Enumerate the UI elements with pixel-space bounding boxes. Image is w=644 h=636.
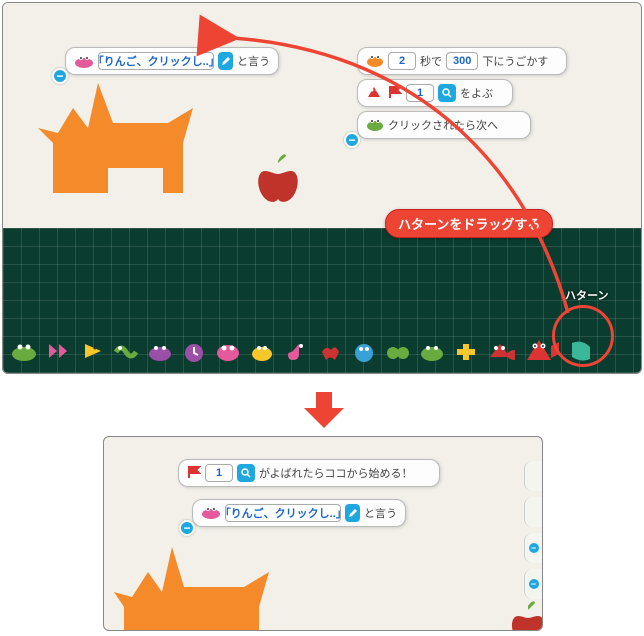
- scroll-stub[interactable]: [524, 461, 542, 491]
- apple-sprite[interactable]: [253, 151, 303, 206]
- distance-field[interactable]: 300: [446, 52, 478, 70]
- tool-10[interactable]: [315, 336, 345, 366]
- tool-4[interactable]: [111, 336, 141, 366]
- say-suffix: と言う: [364, 505, 397, 521]
- editor-top-panel: − 「りんご、クリックし..」 と言う 2 秒で 300 下にうごかす 1 をよ…: [2, 2, 642, 374]
- tool-2[interactable]: [43, 336, 73, 366]
- call-count-field[interactable]: 1: [406, 84, 434, 102]
- creature-toolbar: [3, 328, 641, 374]
- flag-red-icon: [187, 465, 201, 482]
- creature-orange-icon: [366, 53, 384, 70]
- tool-9[interactable]: [281, 336, 311, 366]
- tool-3[interactable]: [77, 336, 107, 366]
- remove-icon[interactable]: −: [344, 132, 360, 148]
- direction-label: 下にうごかす: [482, 53, 548, 69]
- call-suffix: をよぶ: [460, 85, 493, 101]
- tool-7[interactable]: [213, 336, 243, 366]
- scroll-stub[interactable]: [524, 497, 542, 527]
- click-text: クリックされたら次へ: [388, 117, 498, 133]
- creature-green-icon: [366, 117, 384, 134]
- start-suffix: がよばれたらココから始める！: [259, 465, 412, 481]
- block-call[interactable]: 1 をよぶ: [357, 79, 513, 107]
- scroll-stub[interactable]: −: [524, 533, 542, 563]
- highlight-ring: [552, 305, 614, 367]
- tool-11[interactable]: [349, 336, 379, 366]
- scroll-stub[interactable]: −: [524, 569, 542, 599]
- pencil-icon[interactable]: [218, 52, 233, 70]
- block-move[interactable]: 2 秒で 300 下にうごかす: [357, 47, 567, 75]
- tool-1[interactable]: [9, 336, 39, 366]
- pencil-icon[interactable]: [345, 504, 360, 522]
- creature-pink-icon: [74, 54, 94, 68]
- dog-sprite[interactable]: [114, 547, 294, 631]
- say-suffix: と言う: [237, 53, 270, 69]
- drag-callout: ハターンをドラッグする: [385, 209, 553, 238]
- tool-6[interactable]: [179, 336, 209, 366]
- tool-14[interactable]: [451, 336, 481, 366]
- down-arrow-icon: [302, 390, 346, 430]
- tool-8[interactable]: [247, 336, 277, 366]
- apple-sprite[interactable]: [508, 600, 543, 631]
- ring-label: ハターン: [565, 287, 608, 303]
- block-say[interactable]: − 「りんご、クリックし..」 と言う: [192, 499, 406, 527]
- dog-sprite[interactable]: [33, 73, 223, 223]
- block-click[interactable]: − クリックされたら次へ: [357, 111, 531, 139]
- say-text-field[interactable]: 「りんご、クリックし..」: [98, 52, 214, 70]
- remove-icon[interactable]: −: [179, 520, 195, 536]
- tool-15[interactable]: [485, 336, 515, 366]
- magnifier-icon[interactable]: [438, 84, 456, 102]
- sec-label: 秒で: [420, 53, 442, 69]
- magnifier-icon[interactable]: [237, 464, 255, 482]
- block-start[interactable]: 1 がよばれたらココから始める！: [178, 459, 440, 487]
- tool-5[interactable]: [145, 336, 175, 366]
- seconds-field[interactable]: 2: [388, 52, 416, 70]
- block-say[interactable]: − 「りんご、クリックし..」 と言う: [65, 47, 279, 75]
- creature-red-icon: [366, 85, 384, 102]
- start-count-field[interactable]: 1: [205, 464, 233, 482]
- editor-bottom-panel: 1 がよばれたらココから始める！ − 「りんご、クリックし..」 と言う − −: [103, 436, 543, 631]
- creature-pink-icon: [201, 505, 221, 522]
- flag-red-icon: [388, 85, 402, 102]
- tool-13[interactable]: [417, 336, 447, 366]
- tool-12[interactable]: [383, 336, 413, 366]
- say-text-field[interactable]: 「りんご、クリックし..」: [225, 504, 341, 522]
